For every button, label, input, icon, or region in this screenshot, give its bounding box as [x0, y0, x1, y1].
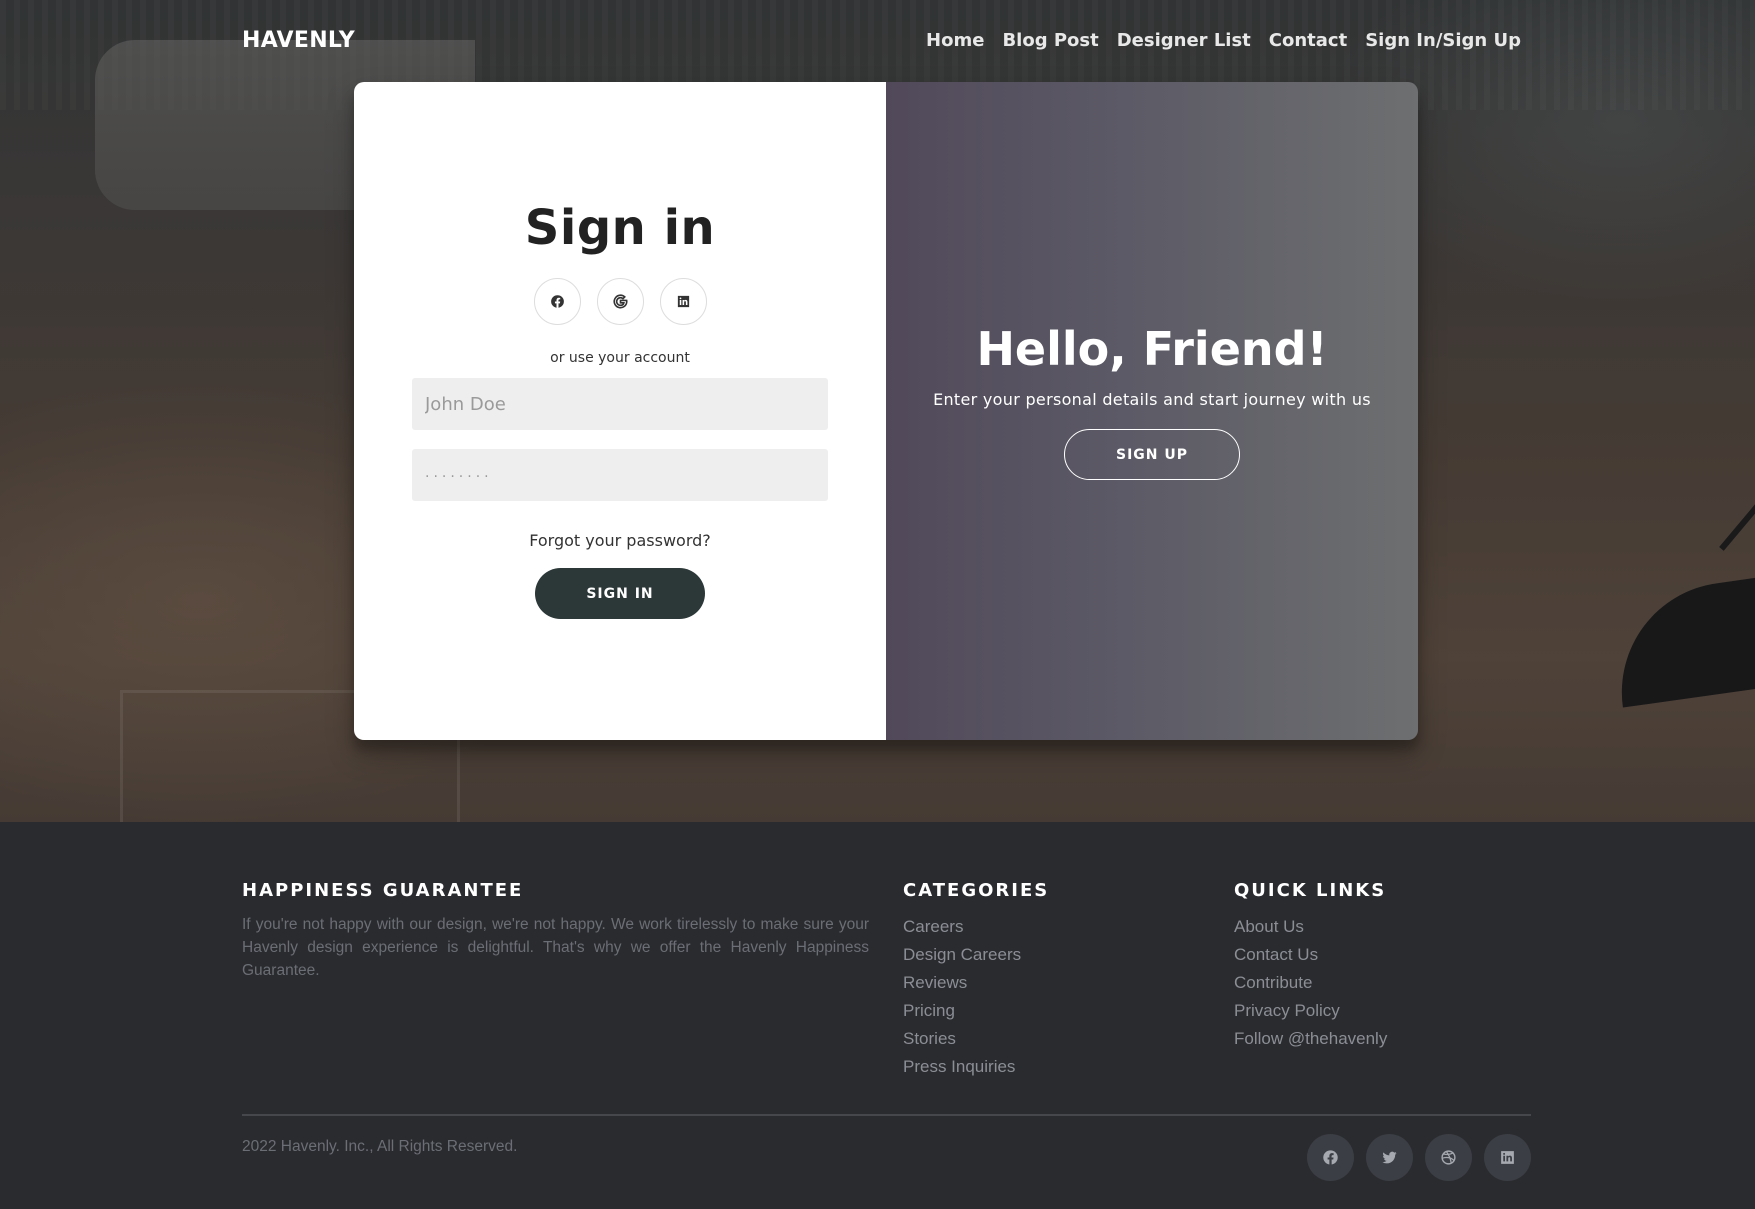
- brand-logo[interactable]: HAVENLY: [242, 28, 355, 53]
- footer-link-stories[interactable]: Stories: [903, 1025, 1049, 1053]
- footer-copyright: 2022 Havenly. Inc., All Rights Reserved.: [242, 1138, 518, 1155]
- signin-title: Sign in: [524, 200, 716, 256]
- footer-link-pricing[interactable]: Pricing: [903, 997, 1049, 1025]
- footer-link-follow[interactable]: Follow @thehavenly: [1234, 1025, 1387, 1053]
- overlay-title: Hello, Friend!: [976, 322, 1328, 376]
- footer-categories-column: CATEGORIES Careers Design Careers Review…: [903, 880, 1049, 1081]
- nav-blog-post[interactable]: Blog Post: [1002, 30, 1098, 51]
- facebook-icon: [1323, 1150, 1338, 1165]
- facebook-login-button[interactable]: [533, 278, 581, 325]
- footer-link-careers[interactable]: Careers: [903, 913, 1049, 941]
- footer-about-column: HAPPINESS GUARANTEE If you're not happy …: [242, 880, 869, 982]
- google-icon: [612, 294, 628, 309]
- signup-overlay-panel: Hello, Friend! Enter your personal detai…: [886, 82, 1418, 740]
- social-login-row: [533, 278, 707, 325]
- footer-link-privacy-policy[interactable]: Privacy Policy: [1234, 997, 1387, 1025]
- footer-link-contact-us[interactable]: Contact Us: [1234, 941, 1387, 969]
- footer-social-row: [1307, 1134, 1531, 1181]
- username-input[interactable]: [412, 378, 828, 430]
- facebook-icon: [550, 295, 564, 308]
- navbar: HAVENLY Home Blog Post Designer List Con…: [0, 0, 1755, 84]
- password-input[interactable]: [412, 449, 828, 501]
- nav-contact[interactable]: Contact: [1269, 30, 1347, 51]
- footer-divider: [242, 1114, 1531, 1116]
- footer-link-contribute[interactable]: Contribute: [1234, 969, 1387, 997]
- footer-quick-links-heading: QUICK LINKS: [1234, 880, 1387, 901]
- dribbble-icon: [1441, 1150, 1456, 1165]
- alt-login-text: or use your account: [550, 350, 690, 366]
- linkedin-icon: [677, 295, 689, 308]
- footer-link-design-careers[interactable]: Design Careers: [903, 941, 1049, 969]
- footer-link-reviews[interactable]: Reviews: [903, 969, 1049, 997]
- footer-about-heading: HAPPINESS GUARANTEE: [242, 880, 524, 901]
- footer-dribbble-button[interactable]: [1425, 1134, 1472, 1181]
- footer-quick-links-list: About Us Contact Us Contribute Privacy P…: [1234, 913, 1387, 1053]
- twitter-icon: [1382, 1151, 1397, 1164]
- google-login-button[interactable]: [596, 278, 644, 325]
- footer-link-about-us[interactable]: About Us: [1234, 913, 1387, 941]
- footer-linkedin-button[interactable]: [1484, 1134, 1531, 1181]
- linkedin-login-button[interactable]: [659, 278, 707, 325]
- footer-categories-heading: CATEGORIES: [903, 880, 1050, 901]
- footer-facebook-button[interactable]: [1307, 1134, 1354, 1181]
- footer-quick-links-column: QUICK LINKS About Us Contact Us Contribu…: [1234, 880, 1387, 1053]
- forgot-password-link[interactable]: Forgot your password?: [529, 531, 711, 550]
- footer: HAPPINESS GUARANTEE If you're not happy …: [0, 822, 1755, 1209]
- nav-home[interactable]: Home: [926, 30, 984, 51]
- footer-about-text: If you're not happy with our design, we'…: [242, 916, 869, 979]
- overlay-text: Enter your personal details and start jo…: [933, 390, 1371, 409]
- signin-button[interactable]: SIGN IN: [535, 568, 705, 619]
- auth-card: Sign in or use your account Forgot your …: [354, 82, 1418, 740]
- nav-links: Home Blog Post Designer List Contact Sig…: [908, 30, 1521, 51]
- signin-panel: Sign in or use your account Forgot your …: [354, 82, 886, 740]
- footer-categories-list: Careers Design Careers Reviews Pricing S…: [903, 913, 1049, 1081]
- signup-button[interactable]: SIGN UP: [1064, 429, 1240, 480]
- footer-link-press-inquiries[interactable]: Press Inquiries: [903, 1053, 1049, 1081]
- footer-twitter-button[interactable]: [1366, 1134, 1413, 1181]
- nav-designer-list[interactable]: Designer List: [1117, 30, 1251, 51]
- nav-sign-in-sign-up[interactable]: Sign In/Sign Up: [1365, 30, 1521, 51]
- linkedin-icon: [1501, 1151, 1514, 1164]
